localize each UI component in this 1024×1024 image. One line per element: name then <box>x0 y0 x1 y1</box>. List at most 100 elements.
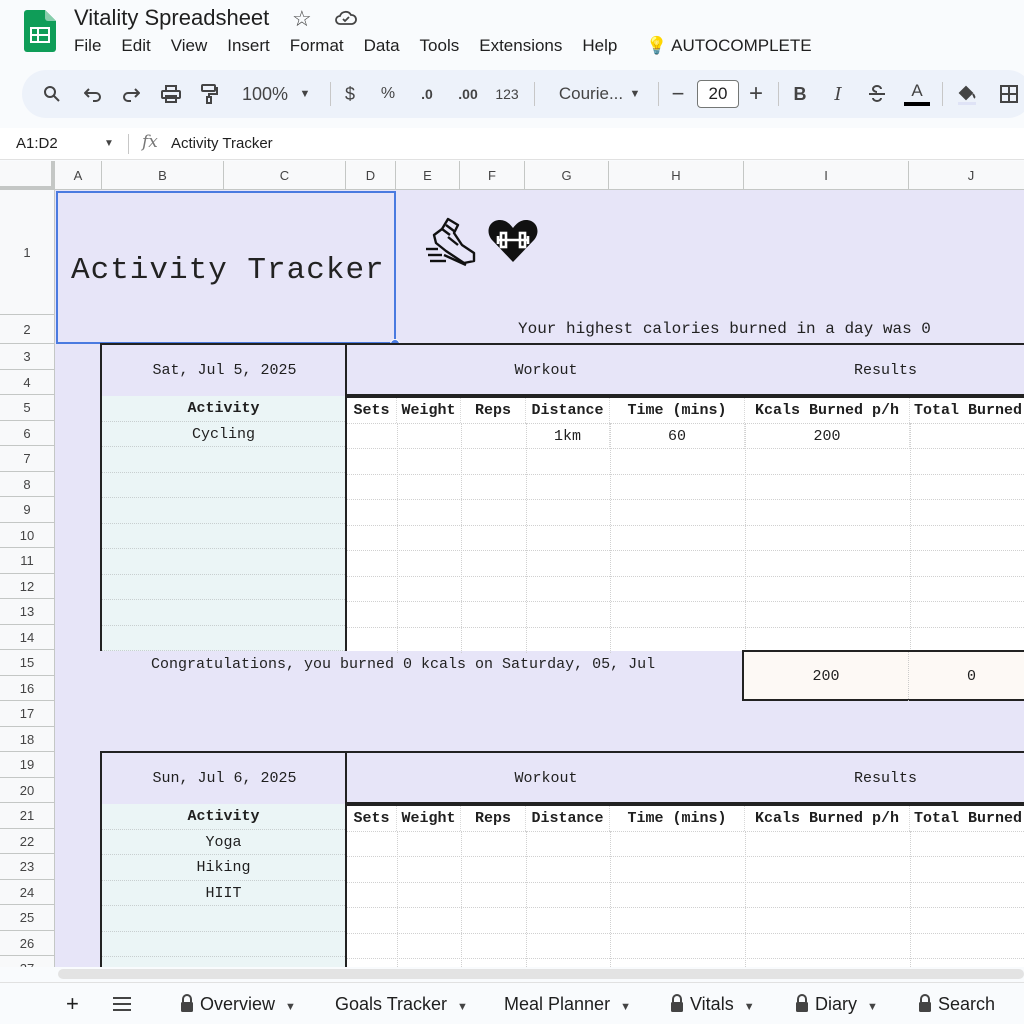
table-row[interactable] <box>347 934 1024 959</box>
day2-activity-3[interactable]: HIIT <box>102 881 345 906</box>
paint-format-icon[interactable] <box>194 70 224 118</box>
font-size-input[interactable]: 20 <box>697 80 739 108</box>
tab-chevron-down-icon[interactable]: ▼ <box>867 1001 878 1013</box>
day1-activity-2[interactable] <box>102 447 345 473</box>
column-header-a[interactable]: A <box>55 161 102 190</box>
row-header-24[interactable]: 24 <box>0 879 55 905</box>
star-icon[interactable]: ☆ <box>292 6 312 32</box>
row-header-1[interactable]: 1 <box>0 190 55 315</box>
tab-search[interactable]: Search <box>918 983 995 1024</box>
day1-kcals-1[interactable]: 200 <box>745 423 910 449</box>
table-row[interactable] <box>347 526 1024 551</box>
autocomplete-menu[interactable]: 💡 AUTOCOMPLETE <box>646 36 812 56</box>
column-header-h[interactable]: H <box>609 161 744 190</box>
sheets-logo-icon[interactable] <box>24 10 56 52</box>
table-row[interactable] <box>347 602 1024 628</box>
tab-overview[interactable]: Overview ▼ <box>180 983 296 1024</box>
row-header-20[interactable]: 20 <box>0 777 55 803</box>
document-title[interactable]: Vitality Spreadsheet <box>74 5 269 31</box>
column-header-i[interactable]: I <box>744 161 909 190</box>
strikethrough-icon[interactable] <box>864 70 890 118</box>
horizontal-scrollbar[interactable] <box>58 969 1024 979</box>
day1-activity-6[interactable] <box>102 549 345 575</box>
day1-activity-8[interactable] <box>102 600 345 626</box>
row-header-4[interactable]: 4 <box>0 369 55 395</box>
zoom-select[interactable]: 100% <box>234 70 296 118</box>
row-header-10[interactable]: 10 <box>0 522 55 548</box>
menu-insert[interactable]: Insert <box>227 36 270 56</box>
day1-activity-7[interactable] <box>102 575 345 600</box>
decrease-font-size-button[interactable]: − <box>666 70 690 118</box>
day1-time-1[interactable]: 60 <box>610 423 745 449</box>
menu-tools[interactable]: Tools <box>420 36 460 56</box>
row-header-19[interactable]: 19 <box>0 752 55 778</box>
fill-color-icon[interactable] <box>952 70 982 118</box>
row-header-23[interactable]: 23 <box>0 854 55 880</box>
row-header-22[interactable]: 22 <box>0 828 55 854</box>
column-header-f[interactable]: F <box>460 161 525 190</box>
day2-date[interactable]: Sun, Jul 6, 2025 <box>102 753 347 804</box>
row-header-3[interactable]: 3 <box>0 344 55 370</box>
day2-activity-2[interactable]: Hiking <box>102 855 345 881</box>
table-row[interactable] <box>347 500 1024 526</box>
row-header-12[interactable]: 12 <box>0 573 55 599</box>
row-header-26[interactable]: 26 <box>0 930 55 956</box>
day1-activity-9[interactable] <box>102 626 345 651</box>
tab-chevron-down-icon[interactable]: ▼ <box>744 1001 755 1013</box>
column-header-b[interactable]: B <box>102 161 224 190</box>
row-header-27[interactable]: 27 <box>0 956 55 967</box>
all-sheets-menu-icon[interactable] <box>112 983 132 1024</box>
table-row[interactable] <box>347 832 1024 857</box>
row-header-5[interactable]: 5 <box>0 395 55 421</box>
row-header-8[interactable]: 8 <box>0 471 55 497</box>
day1-activity-1[interactable]: Cycling <box>102 422 345 447</box>
table-row[interactable] <box>347 883 1024 908</box>
font-select[interactable]: Courie... <box>546 70 636 118</box>
row-header-17[interactable]: 17 <box>0 701 55 727</box>
row-header-7[interactable]: 7 <box>0 446 55 472</box>
name-box[interactable]: A1:D2 <box>16 135 58 152</box>
row-header-15[interactable]: 15 <box>0 650 55 676</box>
day1-sum-kcals[interactable]: 200 <box>744 652 909 701</box>
row-header-11[interactable]: 11 <box>0 548 55 574</box>
row-header-6[interactable]: 6 <box>0 420 55 446</box>
table-row[interactable] <box>347 857 1024 883</box>
table-row[interactable] <box>347 475 1024 500</box>
font-chevron-down-icon[interactable]: ▼ <box>626 70 644 118</box>
day1-activity-4[interactable] <box>102 498 345 524</box>
menu-extensions[interactable]: Extensions <box>479 36 562 56</box>
row-header-2[interactable]: 2 <box>0 315 55 344</box>
day2-activity-4[interactable] <box>102 906 345 932</box>
cloud-saved-icon[interactable] <box>334 8 358 28</box>
column-header-j[interactable]: J <box>909 161 1024 190</box>
formula-input[interactable]: Activity Tracker <box>171 135 273 152</box>
name-box-chevron-down-icon[interactable]: ▼ <box>104 138 114 149</box>
decrease-decimal-button[interactable]: .0 <box>412 70 442 118</box>
row-header-13[interactable]: 13 <box>0 599 55 625</box>
tab-chevron-down-icon[interactable]: ▼ <box>620 1001 631 1013</box>
menu-file[interactable]: File <box>74 36 101 56</box>
undo-icon[interactable] <box>78 70 108 118</box>
day1-date[interactable]: Sat, Jul 5, 2025 <box>102 345 347 396</box>
tab-goals-tracker[interactable]: Goals Tracker ▼ <box>335 983 468 1024</box>
day1-distance-1[interactable]: 1km <box>526 423 610 449</box>
column-header-e[interactable]: E <box>396 161 460 190</box>
print-icon[interactable] <box>156 70 186 118</box>
select-all-corner[interactable] <box>0 161 55 190</box>
tab-diary[interactable]: Diary ▼ <box>795 983 878 1024</box>
number-format-button[interactable]: 123 <box>492 70 522 118</box>
row-header-18[interactable]: 18 <box>0 726 55 752</box>
currency-format-button[interactable]: $ <box>338 70 362 118</box>
menu-view[interactable]: View <box>171 36 208 56</box>
menu-help[interactable]: Help <box>582 36 617 56</box>
search-icon[interactable] <box>36 70 68 118</box>
increase-decimal-button[interactable]: .00 <box>452 70 484 118</box>
row-header-25[interactable]: 25 <box>0 905 55 931</box>
table-row[interactable] <box>347 577 1024 602</box>
table-row[interactable] <box>347 449 1024 475</box>
table-row[interactable] <box>347 551 1024 577</box>
day1-activity-3[interactable] <box>102 473 345 498</box>
italic-button[interactable]: I <box>826 70 850 118</box>
borders-icon[interactable] <box>994 70 1024 118</box>
day1-sum-total[interactable]: 0 <box>909 652 1024 701</box>
